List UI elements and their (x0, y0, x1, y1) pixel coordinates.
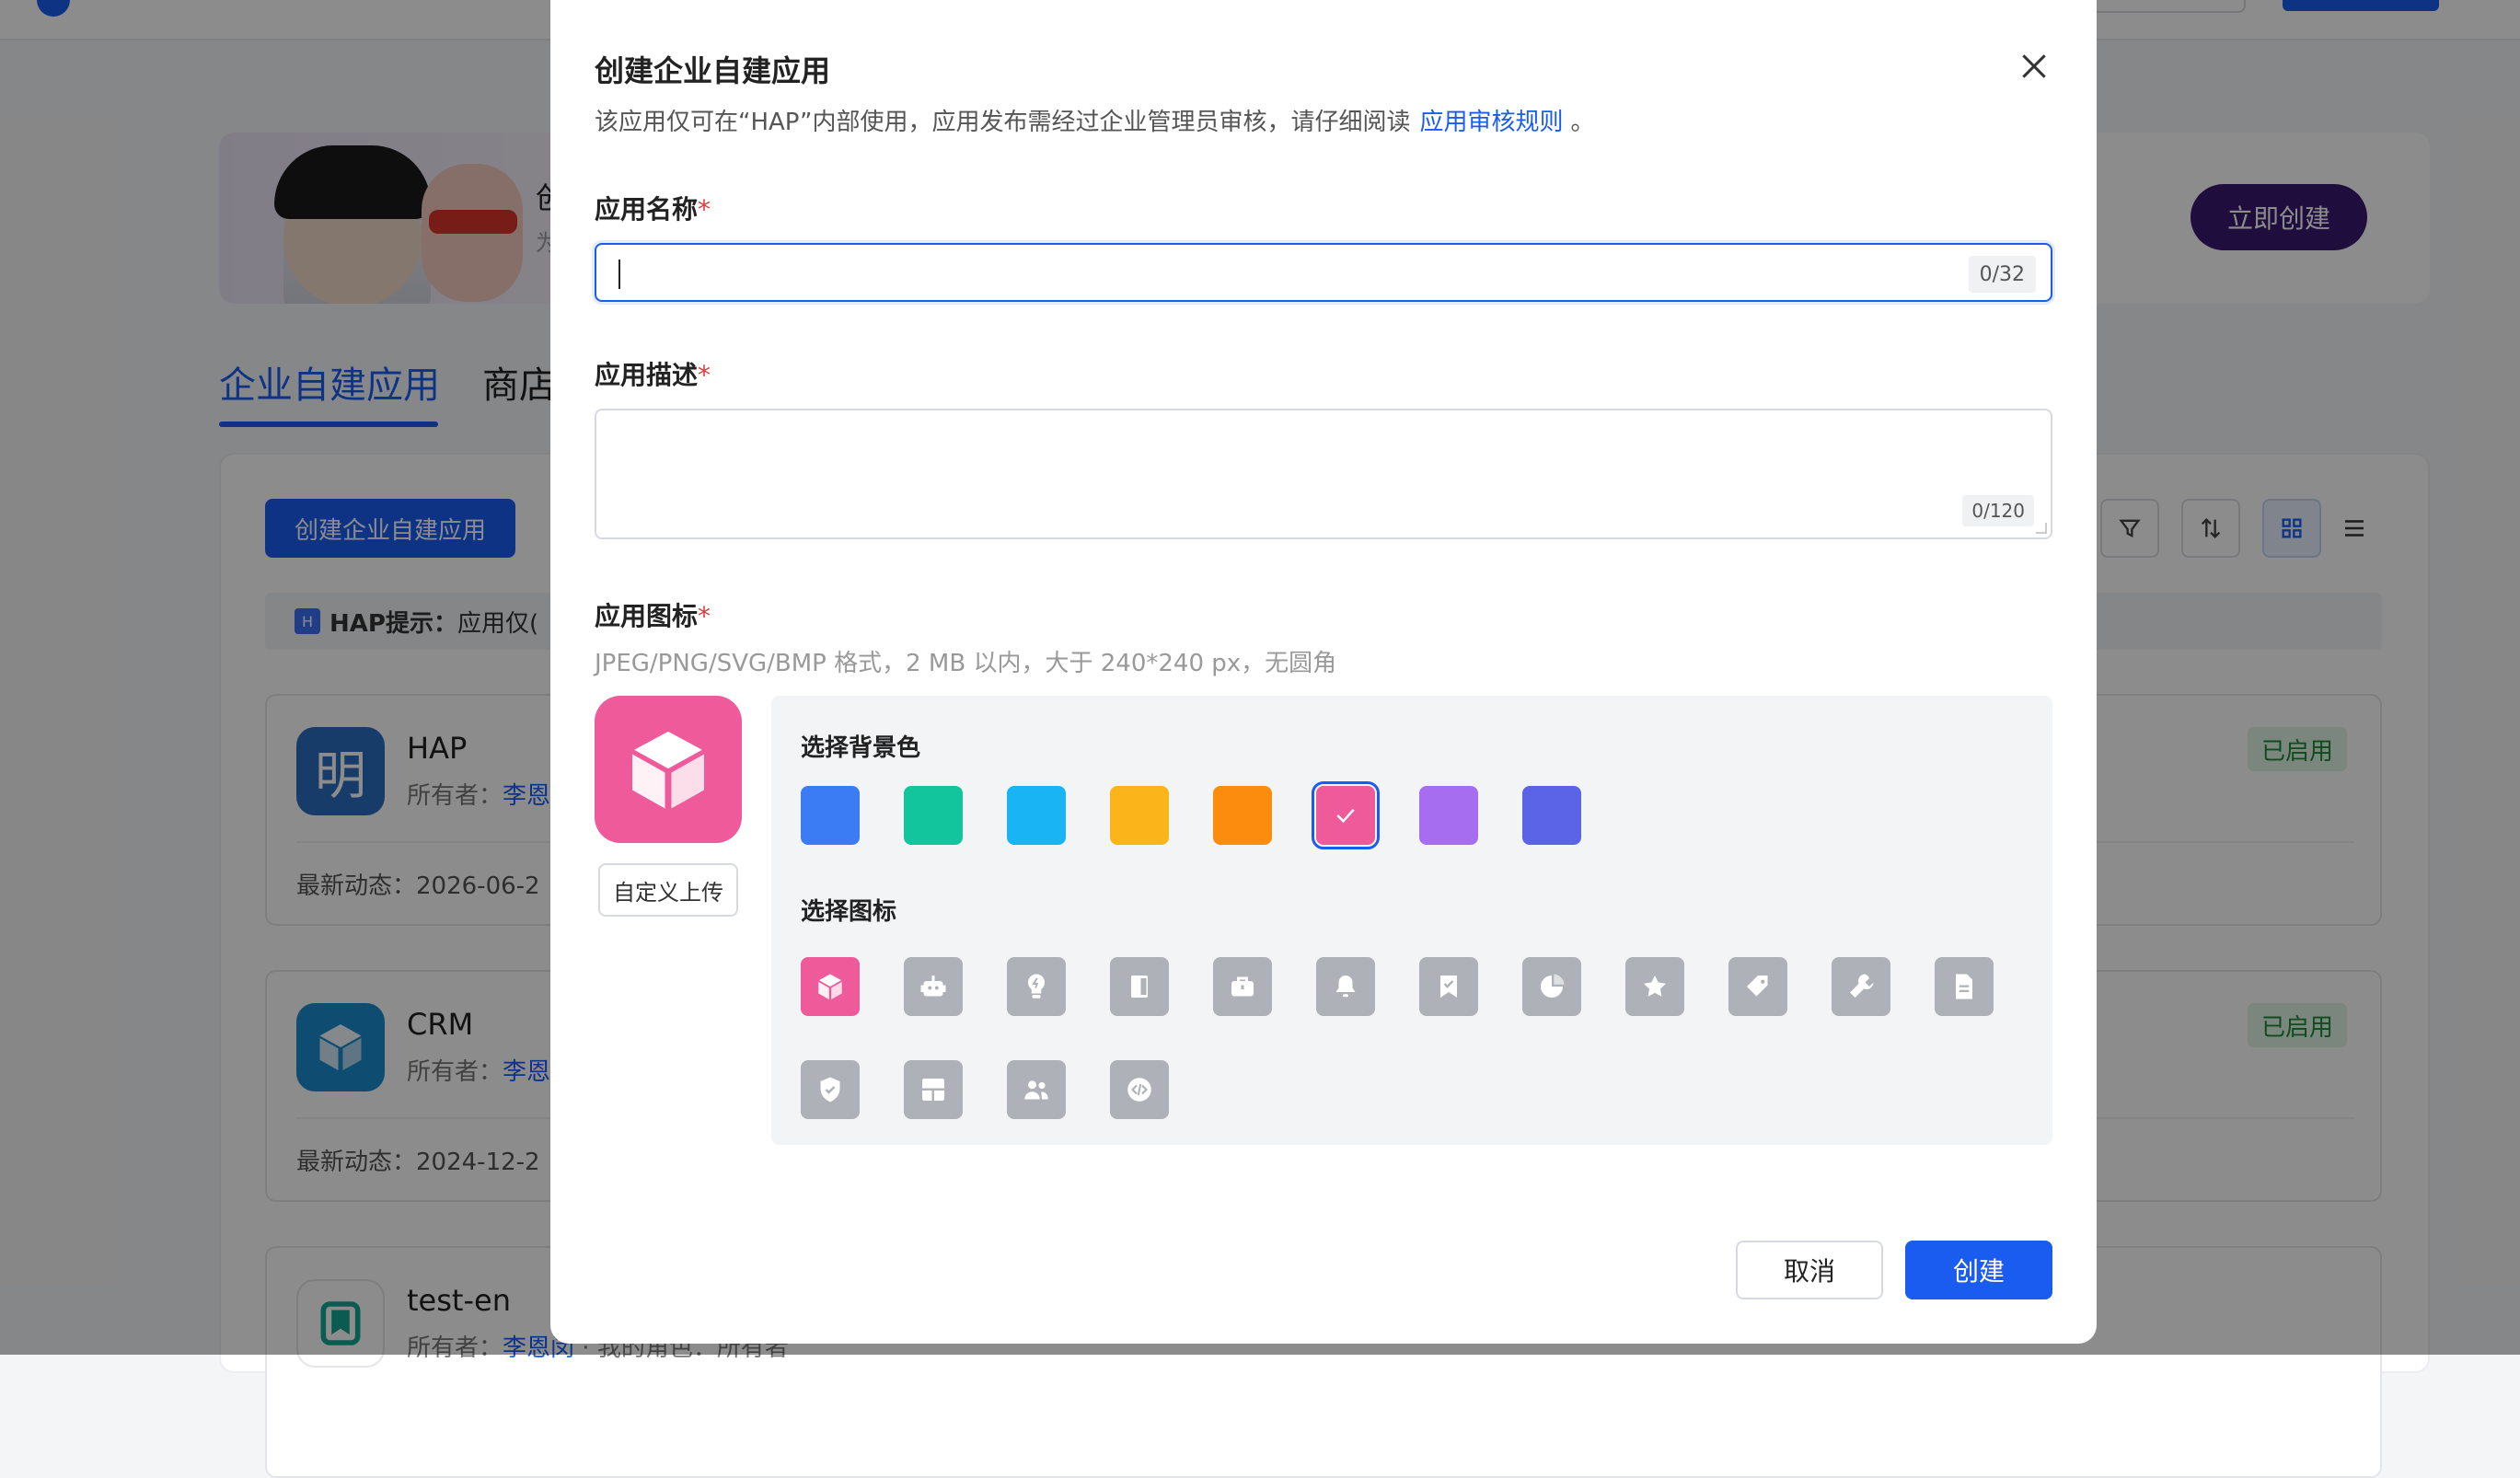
resize-handle[interactable] (2036, 523, 2047, 534)
tag-icon (1747, 976, 1768, 997)
icon-option-bell[interactable] (1316, 957, 1375, 1016)
briefcase-icon (1231, 976, 1254, 997)
close-icon (2022, 54, 2046, 78)
icon-option-shield-check[interactable] (801, 1060, 860, 1119)
icon-option-layout[interactable] (904, 1060, 963, 1119)
app-description-textarea[interactable]: 0/120 (595, 409, 2052, 539)
desc-field-label: 应用描述* (595, 360, 711, 390)
users-icon (1024, 1080, 1048, 1100)
bg-color-swatch[interactable] (801, 786, 860, 845)
cancel-button[interactable]: 取消 (1736, 1241, 1883, 1299)
icon-option-cube[interactable] (801, 957, 860, 1016)
bg-color-swatch[interactable] (1312, 781, 1380, 849)
icon-option-tag[interactable] (1728, 957, 1787, 1016)
bookmark-check-icon (1440, 976, 1457, 998)
cube-icon (632, 731, 704, 809)
icon-option-star[interactable] (1625, 957, 1684, 1016)
star-icon (1644, 976, 1666, 997)
bg-color-swatch[interactable] (1213, 786, 1272, 845)
desc-char-counter: 0/120 (1962, 495, 2034, 526)
robot-icon (920, 976, 946, 997)
text-caret (618, 260, 620, 289)
dialog-title: 创建企业自建应用 (595, 53, 831, 88)
wrench-icon (1850, 974, 1874, 998)
door-icon (1131, 976, 1148, 998)
pie-chart-icon (1541, 974, 1565, 998)
dialog-description: 该应用仅可在“HAP”内部使用，应用发布需经过企业管理员审核，请仔细阅读 应用审核… (595, 109, 1595, 136)
lightbulb-icon (1027, 974, 1046, 999)
icon-option-wrench[interactable] (1832, 957, 1890, 1016)
name-char-counter: 0/32 (1968, 256, 2036, 293)
code-icon (1127, 1078, 1151, 1102)
bell-icon (1335, 976, 1356, 998)
icon-option-pie-chart[interactable] (1522, 957, 1581, 1016)
bg-color-swatch[interactable] (1110, 786, 1169, 845)
shield-check-icon (820, 1077, 840, 1103)
icon-format-hint: JPEG/PNG/SVG/BMP 格式，2 MB 以内，大于 240*240 p… (595, 650, 1337, 677)
create-app-dialog: 创建企业自建应用 该应用仅可在“HAP”内部使用，应用发布需经过企业管理员审核，… (550, 0, 2097, 1344)
icon-option-code[interactable] (1110, 1060, 1169, 1119)
bg-color-swatch[interactable] (1419, 786, 1478, 845)
icon-field-label: 应用图标* (595, 601, 711, 631)
name-field-label: 应用名称* (595, 194, 711, 225)
icon-option-door[interactable] (1110, 957, 1169, 1016)
layout-icon (922, 1079, 944, 1101)
document-icon (1956, 974, 1972, 999)
bg-color-swatch[interactable] (1007, 786, 1066, 845)
create-button[interactable]: 创建 (1905, 1241, 2052, 1299)
icon-option-users[interactable] (1007, 1060, 1066, 1119)
icon-select-label: 选择图标 (801, 898, 897, 926)
icon-option-bookmark-check[interactable] (1419, 957, 1478, 1016)
cube-icon (818, 974, 842, 999)
bg-color-swatch[interactable] (1522, 786, 1581, 845)
app-name-input[interactable]: 0/32 (595, 243, 2052, 302)
icon-option-lightbulb[interactable] (1007, 957, 1066, 1016)
custom-upload-button[interactable]: 自定义上传 (598, 863, 738, 917)
review-rules-link[interactable]: 应用审核规则 (1419, 109, 1563, 136)
icon-preview (595, 696, 742, 843)
icon-option-robot[interactable] (904, 957, 963, 1016)
bg-color-swatch[interactable] (904, 786, 963, 845)
icon-option-briefcase[interactable] (1213, 957, 1272, 1016)
icon-option-document[interactable] (1935, 957, 1994, 1016)
check-icon (1336, 808, 1355, 824)
bg-color-label: 选择背景色 (801, 734, 921, 762)
icon-picker: 选择背景色 选择图标 (771, 696, 2052, 1145)
close-button[interactable] (2016, 48, 2052, 85)
